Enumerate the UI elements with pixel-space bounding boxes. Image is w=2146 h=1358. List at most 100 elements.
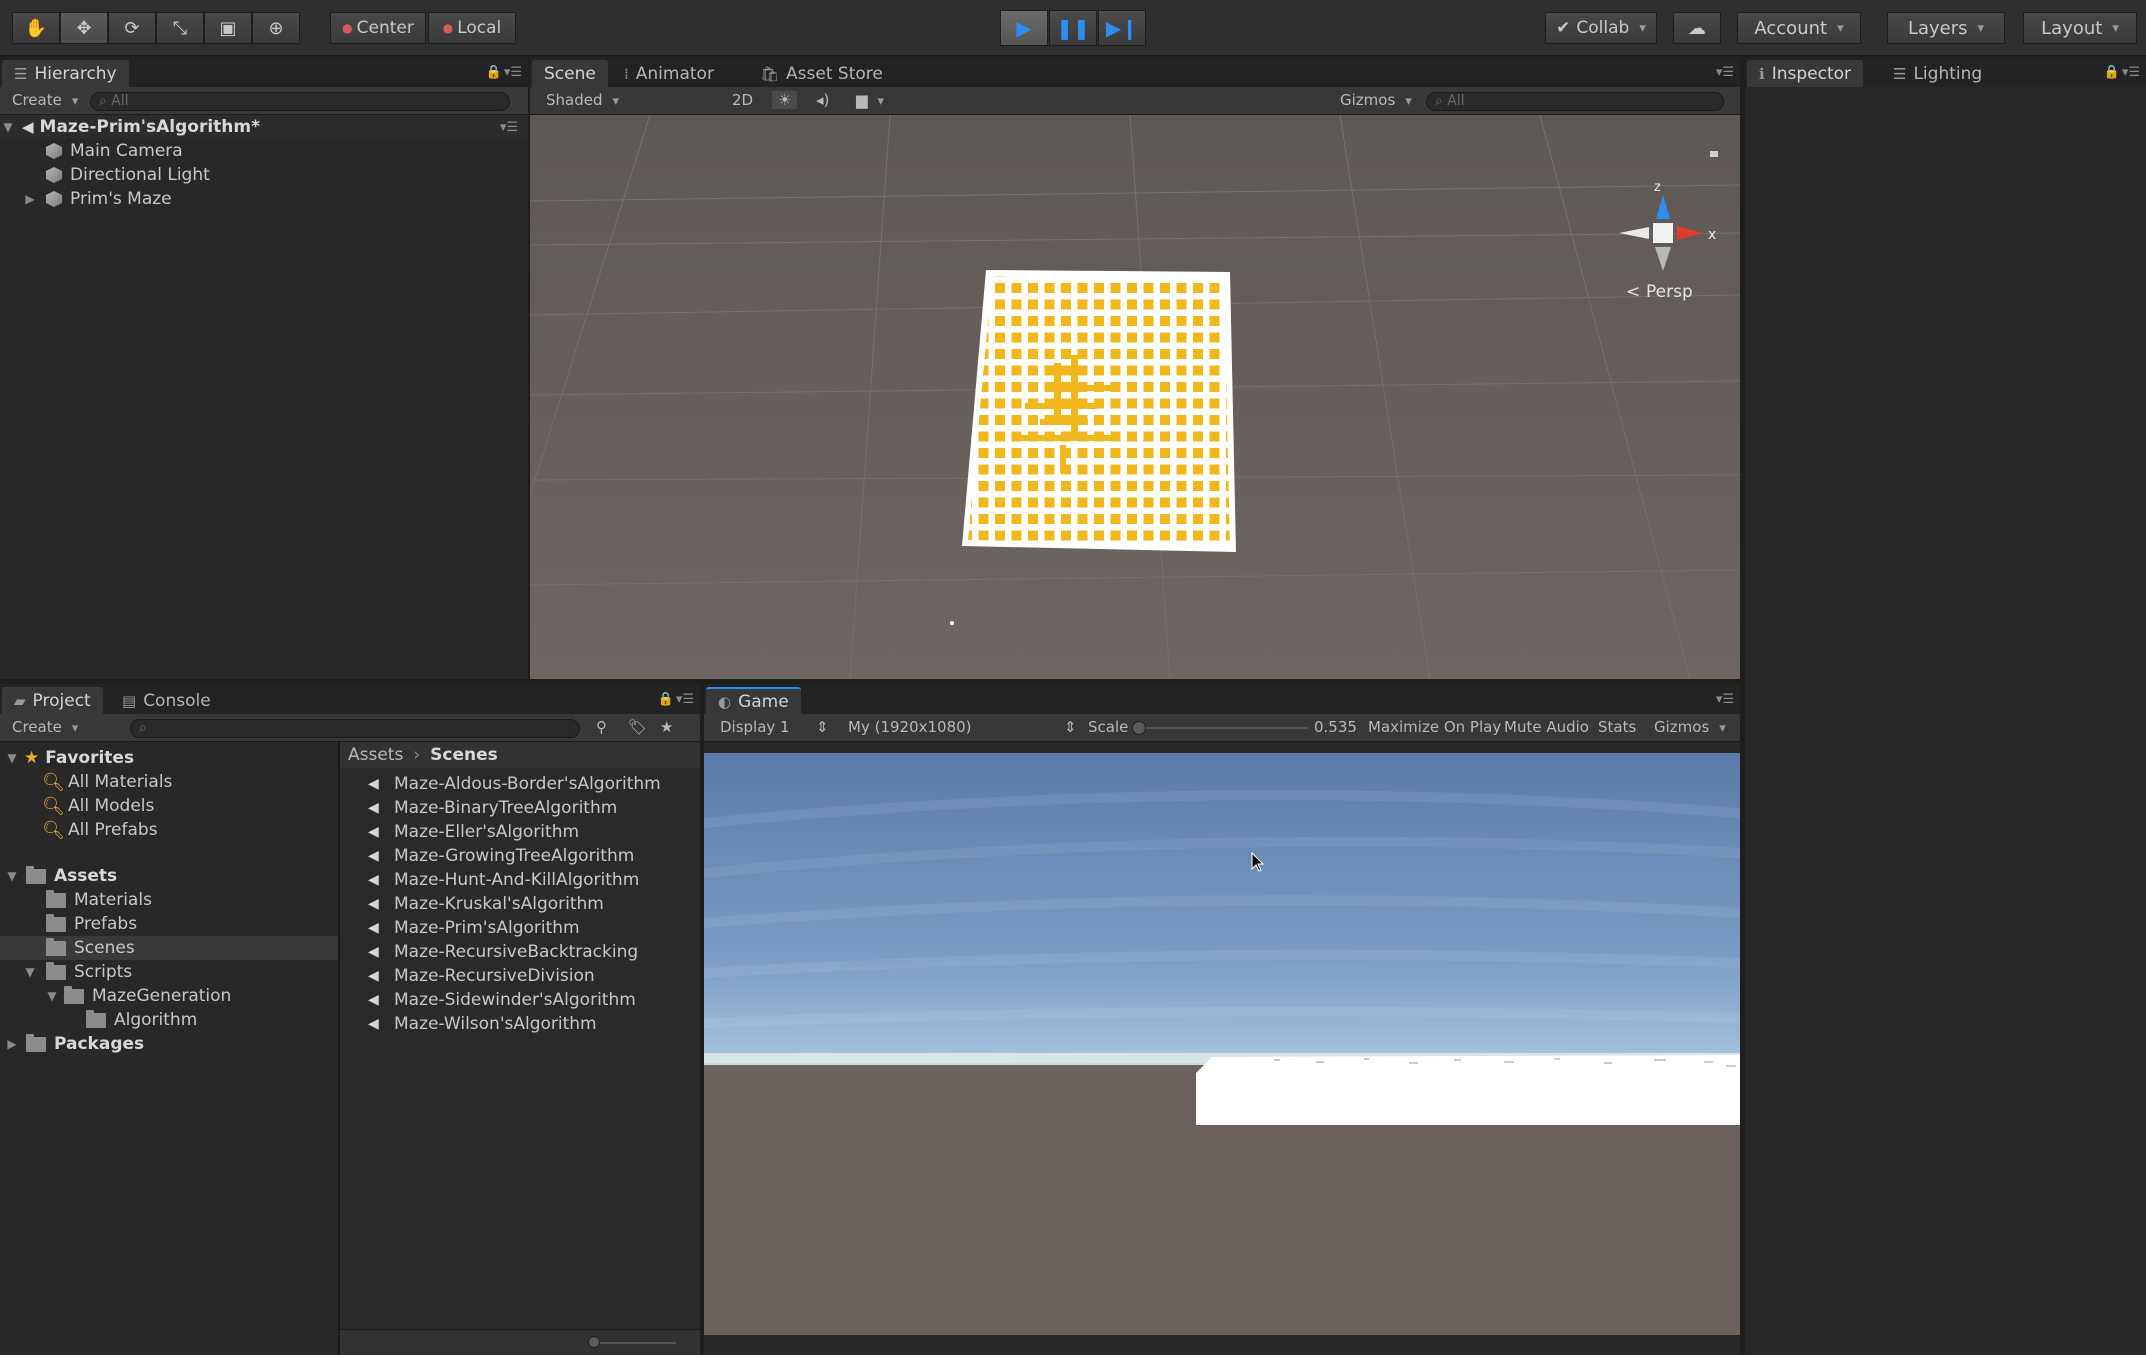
- scene-asset-item[interactable]: ◀ Maze-RecursiveDivision: [368, 964, 595, 988]
- layout-dropdown[interactable]: Layout: [2023, 12, 2137, 44]
- mute-audio-toggle[interactable]: Mute Audio: [1504, 718, 1589, 736]
- tab-asset-store[interactable]: 🛍 Asset Store: [748, 60, 895, 87]
- expand-arrow-icon[interactable]: ▼: [0, 120, 16, 134]
- stats-toggle[interactable]: Stats: [1598, 718, 1636, 736]
- lock-icon[interactable]: 🔒: [2104, 65, 2120, 80]
- hierarchy-search-input[interactable]: ⌕ All: [90, 92, 510, 111]
- hierarchy-item-main-camera[interactable]: Main Camera: [0, 139, 528, 163]
- rect-tool-button[interactable]: ▣: [204, 12, 252, 44]
- tree-folder-materials[interactable]: Materials: [46, 888, 152, 912]
- expand-arrow-icon[interactable]: ▼: [22, 965, 38, 979]
- panel-menu-icon[interactable]: ▾☰: [1716, 65, 1734, 80]
- tab-scene[interactable]: Scene: [532, 60, 608, 87]
- resolution-dropdown[interactable]: My (1920x1080): [848, 718, 972, 736]
- tree-packages[interactable]: ▶ Packages: [4, 1032, 144, 1056]
- scene-asset-item[interactable]: ◀ Maze-Prim'sAlgorithm: [368, 916, 580, 940]
- hand-tool-button[interactable]: ✋: [12, 12, 60, 44]
- tab-project[interactable]: ▰ Project: [2, 687, 103, 714]
- tree-folder-prefabs[interactable]: Prefabs: [46, 912, 137, 936]
- scale-slider-handle[interactable]: [1132, 721, 1146, 735]
- audio-toggle-icon[interactable]: ◂): [816, 91, 829, 109]
- transform-tool-button[interactable]: ⊕: [252, 12, 300, 44]
- tab-hierarchy[interactable]: ☰ Hierarchy: [2, 60, 129, 87]
- tree-folder-mazegeneration[interactable]: ▼ MazeGeneration: [44, 984, 231, 1008]
- lock-icon[interactable]: 🔒: [486, 65, 502, 80]
- tab-console[interactable]: ▤ Console: [110, 687, 223, 714]
- scene-asset-item[interactable]: ◀ Maze-Wilson'sAlgorithm: [368, 1012, 597, 1036]
- lock-icon[interactable]: 🔒: [658, 692, 674, 707]
- icon-size-slider-track[interactable]: [596, 1342, 676, 1344]
- projection-label[interactable]: Persp: [1646, 282, 1693, 302]
- tree-favorites[interactable]: ▼ ★ Favorites: [4, 746, 134, 770]
- panel-menu-icon[interactable]: ▾☰: [1716, 692, 1734, 707]
- effects-dropdown-icon[interactable]: ▆: [856, 91, 884, 109]
- pause-button[interactable]: ❚❚: [1049, 10, 1097, 46]
- expand-arrow-icon[interactable]: ▼: [4, 869, 20, 883]
- tree-assets[interactable]: ▼ Assets: [4, 864, 117, 888]
- panel-menu-icon[interactable]: ▾☰: [504, 65, 522, 80]
- rotate-tool-button[interactable]: ⟳: [108, 12, 156, 44]
- tab-lighting[interactable]: ☰ Lighting: [1881, 60, 1994, 87]
- game-viewport[interactable]: [704, 753, 1740, 1335]
- tree-favorite-all-prefabs[interactable]: 🔍︎ All Prefabs: [42, 818, 158, 842]
- panel-menu-icon[interactable]: ▾☰: [2122, 65, 2140, 80]
- gizmo-lock-icon[interactable]: [1710, 151, 1718, 157]
- expand-arrow-icon[interactable]: ▼: [44, 989, 60, 1003]
- tree-folder-scenes[interactable]: Scenes: [0, 936, 338, 960]
- scale-slider-track[interactable]: [1138, 727, 1308, 729]
- tree-folder-algorithm[interactable]: Algorithm: [86, 1008, 197, 1032]
- filter-type-icon[interactable]: ⚲: [596, 718, 607, 736]
- scene-search-input[interactable]: ⌕ All: [1426, 92, 1724, 111]
- scene-gizmos-dropdown[interactable]: Gizmos: [1340, 91, 1412, 109]
- tab-game[interactable]: ◐ Game: [706, 687, 801, 714]
- maximize-on-play-toggle[interactable]: Maximize On Play: [1368, 718, 1501, 736]
- scene-viewport[interactable]: z x < Persp: [530, 115, 1740, 679]
- tree-favorite-all-materials[interactable]: 🔍︎ All Materials: [42, 770, 172, 794]
- scene-asset-item[interactable]: ◀ Maze-GrowingTreeAlgorithm: [368, 844, 634, 868]
- move-tool-button[interactable]: ✥: [60, 12, 108, 44]
- scene-asset-item[interactable]: ◀ Maze-RecursiveBacktracking: [368, 940, 638, 964]
- lighting-toggle-icon[interactable]: ☀: [772, 91, 798, 109]
- collapse-arrow-icon[interactable]: ▶: [22, 192, 38, 206]
- panel-menu-icon[interactable]: ▾☰: [676, 692, 694, 707]
- tree-favorite-all-models[interactable]: 🔍︎ All Models: [42, 794, 154, 818]
- scene-asset-item[interactable]: ◀ Maze-BinaryTreeAlgorithm: [368, 796, 617, 820]
- display-stepper-icon[interactable]: ⇕: [816, 718, 829, 736]
- filter-label-icon[interactable]: 🏷: [628, 718, 647, 736]
- tree-folder-scripts[interactable]: ▼ Scripts: [22, 960, 132, 984]
- toggle-2d-button[interactable]: 2D: [732, 91, 753, 109]
- breadcrumb-scenes[interactable]: Scenes: [430, 745, 498, 765]
- scene-root-row[interactable]: ▼ ◀ Maze-Prim'sAlgorithm* ▾☰: [0, 115, 528, 139]
- scene-asset-item[interactable]: ◀ Maze-Aldous-Border'sAlgorithm: [368, 772, 661, 796]
- expand-arrow-icon[interactable]: ▼: [4, 751, 20, 765]
- hierarchy-create-dropdown[interactable]: Create: [12, 91, 78, 109]
- project-create-dropdown[interactable]: Create: [12, 718, 78, 736]
- game-gizmos-dropdown[interactable]: Gizmos: [1654, 718, 1726, 736]
- maze-plane[interactable]: [962, 270, 1236, 552]
- project-search-input[interactable]: ⌕: [130, 719, 580, 738]
- scene-asset-item[interactable]: ◀ Maze-Hunt-And-KillAlgorithm: [368, 868, 639, 892]
- pivot-local-button[interactable]: ● Local: [428, 12, 516, 44]
- display-dropdown[interactable]: Display 1: [720, 718, 790, 736]
- hierarchy-item-prims-maze[interactable]: ▶ Prim's Maze: [0, 187, 528, 211]
- shading-mode-dropdown[interactable]: Shaded: [546, 91, 716, 109]
- scene-asset-item[interactable]: ◀ Maze-Kruskal'sAlgorithm: [368, 892, 604, 916]
- pivot-center-button[interactable]: ● Center: [330, 12, 426, 44]
- favorite-star-icon[interactable]: ★: [660, 718, 673, 736]
- scene-menu-icon[interactable]: ▾☰: [500, 120, 518, 135]
- icon-size-slider-handle[interactable]: [588, 1336, 600, 1348]
- tab-inspector[interactable]: ℹ Inspector: [1747, 60, 1864, 87]
- hierarchy-item-directional-light[interactable]: Directional Light: [0, 163, 528, 187]
- collapse-arrow-icon[interactable]: ▶: [4, 1037, 20, 1051]
- scene-asset-item[interactable]: ◀ Maze-Sidewinder'sAlgorithm: [368, 988, 636, 1012]
- play-button[interactable]: ▶: [1000, 10, 1048, 46]
- scene-asset-item[interactable]: ◀ Maze-Eller'sAlgorithm: [368, 820, 579, 844]
- account-dropdown[interactable]: Account: [1737, 12, 1861, 44]
- collab-dropdown[interactable]: ✔ Collab: [1545, 12, 1657, 44]
- scale-tool-button[interactable]: ⤡: [156, 12, 204, 44]
- tab-animator[interactable]: ⁞ Animator: [612, 60, 726, 87]
- cloud-button[interactable]: ☁: [1673, 12, 1721, 44]
- breadcrumb-assets[interactable]: Assets: [348, 745, 403, 765]
- resolution-stepper-icon[interactable]: ⇕: [1064, 718, 1077, 736]
- layers-dropdown[interactable]: Layers: [1887, 12, 2005, 44]
